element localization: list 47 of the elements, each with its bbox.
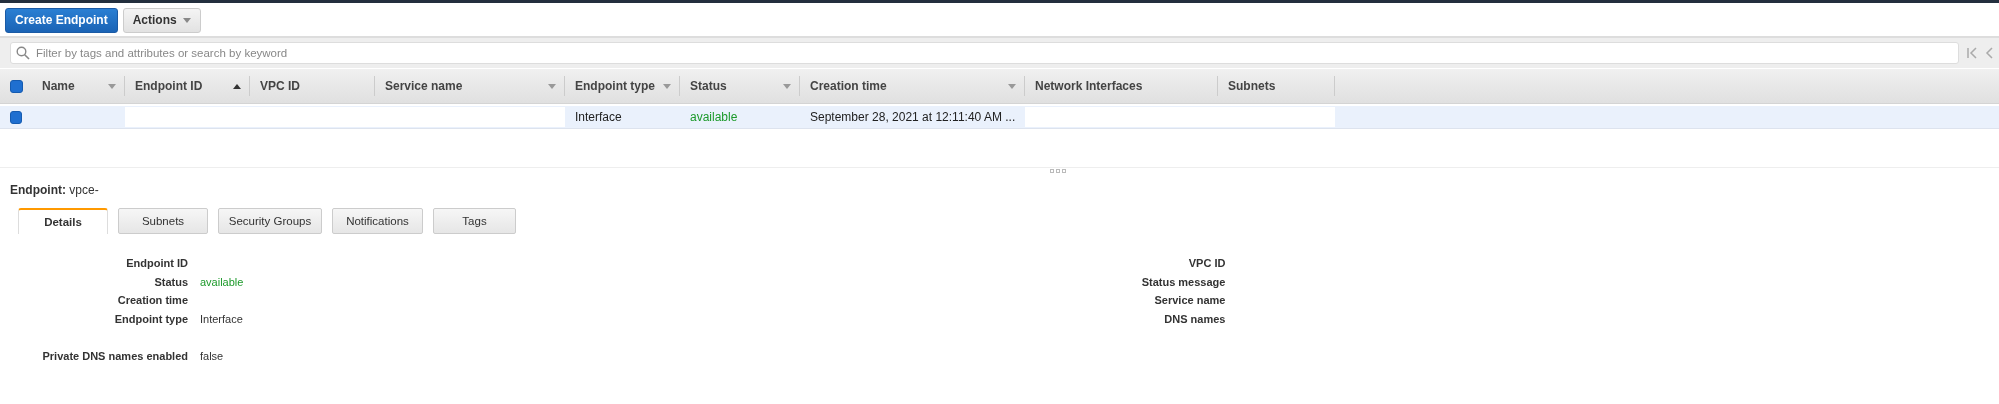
table-row[interactable]: Interface available September 28, 2021 at 12:11:40 AM ...	[0, 106, 1999, 129]
field-value: false	[200, 349, 225, 364]
caret-down-icon[interactable]	[783, 83, 791, 89]
field-label: Status message	[1140, 274, 1226, 290]
field-label: Status	[153, 274, 188, 290]
field-value: Interface	[200, 311, 244, 327]
sort-ascending-icon[interactable]	[233, 83, 241, 89]
create-button[interactable]: Create Endpoint	[5, 7, 118, 33]
tab[interactable]: Notifications	[332, 208, 423, 234]
column-header[interactable]: VPC ID	[250, 76, 375, 96]
previous-page-icon[interactable]	[1985, 47, 1993, 59]
caret-down-icon[interactable]	[663, 83, 671, 89]
row-checkbox[interactable]	[10, 110, 22, 124]
tab[interactable]: Details	[18, 208, 108, 234]
column-header[interactable]: Name	[32, 76, 125, 96]
caret-down-icon	[182, 17, 191, 23]
tab[interactable]: Security Groups	[218, 208, 322, 234]
field-label: Endpoint ID	[125, 256, 188, 271]
search-icon	[16, 46, 30, 60]
field-value: available	[200, 274, 244, 290]
column-header[interactable]: Creation time	[800, 76, 1025, 96]
column-header[interactable]: Status	[680, 76, 800, 96]
field-label: DNS names	[1163, 311, 1226, 327]
column-header[interactable]: Network Interfaces	[1025, 76, 1218, 96]
field-label: VPC ID	[1187, 256, 1226, 271]
table-cell-text: available	[689, 109, 739, 126]
column-header[interactable]: Endpoint ID	[125, 76, 250, 96]
first-page-icon[interactable]	[1967, 47, 1977, 59]
caret-down-icon[interactable]	[1008, 83, 1016, 89]
field-label: Endpoint type	[113, 311, 188, 327]
tab[interactable]: Tags	[433, 208, 516, 234]
endpoint-title: Endpoint: vpce-	[9, 182, 100, 199]
field-label: Private DNS names enabled	[41, 349, 188, 364]
table-cell-text: Interface	[574, 109, 623, 126]
table-cell-text: September 28, 2021 at 12:11:40 AM ...	[809, 109, 1017, 126]
column-header[interactable]: Subnets	[1218, 76, 1335, 96]
tab[interactable]: Subnets	[118, 208, 208, 234]
select-all-checkbox[interactable]	[9, 79, 23, 93]
actions-menu-button[interactable]: Actions	[122, 7, 201, 33]
caret-down-icon[interactable]	[548, 83, 556, 89]
resize-handle-icon[interactable]	[1050, 169, 1066, 173]
column-header[interactable]: Service name	[375, 76, 565, 96]
search-field[interactable]: Filter by tags and attributes or search by keyword	[10, 42, 1959, 64]
field-label: Service name	[1153, 293, 1226, 308]
column-header[interactable]: Endpoint type	[565, 76, 680, 96]
field-label: Creation time	[116, 293, 188, 308]
caret-down-icon[interactable]	[108, 83, 116, 89]
